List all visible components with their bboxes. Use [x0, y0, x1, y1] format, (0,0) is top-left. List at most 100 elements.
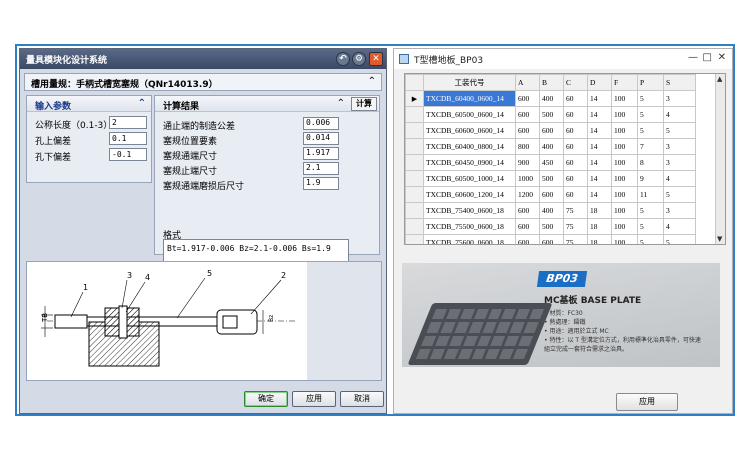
- result-value[interactable]: 0.014: [303, 132, 339, 145]
- column-header[interactable]: 工装代号: [423, 74, 516, 91]
- tooling-code-cell[interactable]: TXCDB_75400_0600_18: [423, 202, 516, 219]
- table-cell[interactable]: 18: [587, 218, 612, 235]
- table-cell[interactable]: 5: [637, 90, 664, 107]
- table-row[interactable]: TXCDB_60500_0600_14 600 500 60 14 100 5 4: [405, 106, 696, 123]
- column-header[interactable]: F: [611, 74, 638, 91]
- table-cell[interactable]: 600: [515, 234, 540, 244]
- row-selector[interactable]: [405, 154, 424, 171]
- back-icon[interactable]: ↶: [336, 52, 350, 66]
- table-cell[interactable]: 500: [539, 170, 564, 187]
- table-row[interactable]: TXCDB_75400_0600_18 600 400 75 18 100 5 3: [405, 202, 696, 219]
- row-selector[interactable]: [405, 234, 424, 244]
- table-cell[interactable]: 100: [611, 138, 638, 155]
- table-cell[interactable]: 500: [539, 106, 564, 123]
- column-header[interactable]: P: [637, 74, 664, 91]
- table-cell[interactable]: 500: [539, 218, 564, 235]
- table-cell[interactable]: 3: [663, 138, 696, 155]
- table-cell[interactable]: 4: [663, 218, 696, 235]
- column-header[interactable]: B: [539, 74, 564, 91]
- table-cell[interactable]: 1200: [515, 186, 540, 203]
- apply-button[interactable]: 应用: [616, 393, 678, 411]
- table-cell[interactable]: 3: [663, 154, 696, 171]
- table-cell[interactable]: 11: [637, 186, 664, 203]
- tooling-code-cell[interactable]: TXCDB_60400_0800_14: [423, 138, 516, 155]
- column-header[interactable]: D: [587, 74, 612, 91]
- table-cell[interactable]: 100: [611, 186, 638, 203]
- table-cell[interactable]: 75: [563, 218, 588, 235]
- tooling-code-cell[interactable]: TXCDB_60600_0600_14: [423, 122, 516, 139]
- table-cell[interactable]: 14: [587, 122, 612, 139]
- result-value[interactable]: 2.1: [303, 162, 339, 175]
- table-cell[interactable]: 60: [563, 90, 588, 107]
- tooling-code-cell[interactable]: TXCDB_60400_0600_14: [423, 90, 516, 107]
- tooling-code-cell[interactable]: TXCDB_60500_1000_14: [423, 170, 516, 187]
- table-cell[interactable]: 5: [637, 106, 664, 123]
- result-value[interactable]: 0.006: [303, 117, 339, 130]
- table-row[interactable]: TXCDB_60500_1000_14 1000 500 60 14 100 9 4: [405, 170, 696, 187]
- table-row[interactable]: TXCDB_75600_0600_18 600 600 75 18 100 5 5: [405, 234, 696, 244]
- table-cell[interactable]: 600: [515, 122, 540, 139]
- table-row[interactable]: TXCDB_60400_0800_14 800 400 60 14 100 7 3: [405, 138, 696, 155]
- table-cell[interactable]: 60: [563, 154, 588, 171]
- table-cell[interactable]: 60: [563, 186, 588, 203]
- table-cell[interactable]: 1000: [515, 170, 540, 187]
- table-row[interactable]: TXCDB_60450_0900_14 900 450 60 14 100 8 3: [405, 154, 696, 171]
- apply-button[interactable]: 应用: [292, 391, 336, 407]
- row-selector-arrow-icon[interactable]: ▶: [405, 90, 424, 107]
- table-cell[interactable]: 100: [611, 122, 638, 139]
- table-cell[interactable]: 400: [539, 202, 564, 219]
- table-cell[interactable]: 8: [637, 154, 664, 171]
- chevron-up-icon[interactable]: ⌃: [368, 76, 376, 87]
- table-cell[interactable]: 800: [515, 138, 540, 155]
- table-cell[interactable]: 600: [515, 106, 540, 123]
- table-cell[interactable]: 100: [611, 90, 638, 107]
- chevron-up-icon[interactable]: ⌃: [337, 98, 345, 109]
- table-cell[interactable]: 5: [663, 234, 696, 244]
- table-cell[interactable]: 75: [563, 202, 588, 219]
- close-icon[interactable]: ✕: [718, 52, 726, 63]
- table-cell[interactable]: 450: [539, 154, 564, 171]
- close-icon[interactable]: ✕: [369, 52, 383, 66]
- row-selector[interactable]: [405, 138, 424, 155]
- tooling-code-cell[interactable]: TXCDB_75600_0600_18: [423, 234, 516, 244]
- table-cell[interactable]: 60: [563, 138, 588, 155]
- table-cell[interactable]: 18: [587, 234, 612, 244]
- gear-icon[interactable]: ⚙: [352, 52, 366, 66]
- table-cell[interactable]: 600: [539, 234, 564, 244]
- table-row[interactable]: ▶ TXCDB_60400_0600_14 600 400 60 14 100 5 3: [405, 90, 696, 107]
- result-value[interactable]: 1.917: [303, 147, 339, 160]
- table-cell[interactable]: 100: [611, 154, 638, 171]
- row-selector[interactable]: [405, 202, 424, 219]
- table-cell[interactable]: 600: [515, 90, 540, 107]
- nominal-length-input[interactable]: [109, 116, 147, 129]
- tooling-code-cell[interactable]: TXCDB_60450_0900_14: [423, 154, 516, 171]
- column-header[interactable]: S: [663, 74, 696, 91]
- table-cell[interactable]: 400: [539, 90, 564, 107]
- table-cell[interactable]: 100: [611, 106, 638, 123]
- table-cell[interactable]: 4: [663, 106, 696, 123]
- tooling-code-cell[interactable]: TXCDB_60600_1200_14: [423, 186, 516, 203]
- table-cell[interactable]: 18: [587, 202, 612, 219]
- table-cell[interactable]: 60: [563, 170, 588, 187]
- result-value[interactable]: 1.9: [303, 177, 339, 190]
- cancel-button[interactable]: 取消: [340, 391, 384, 407]
- table-cell[interactable]: 100: [611, 218, 638, 235]
- lower-deviation-input[interactable]: [109, 148, 147, 161]
- table-cell[interactable]: 60: [563, 106, 588, 123]
- scroll-down-icon[interactable]: ▼: [717, 235, 722, 243]
- table-cell[interactable]: 5: [637, 122, 664, 139]
- table-cell[interactable]: 7: [637, 138, 664, 155]
- table-row[interactable]: TXCDB_60600_1200_14 1200 600 60 14 100 11 5: [405, 186, 696, 203]
- row-selector[interactable]: [405, 106, 424, 123]
- table-row[interactable]: TXCDB_60600_0600_14 600 600 60 14 100 5 5: [405, 122, 696, 139]
- column-header[interactable]: A: [515, 74, 540, 91]
- table-cell[interactable]: 14: [587, 106, 612, 123]
- row-selector[interactable]: [405, 186, 424, 203]
- table-cell[interactable]: 14: [587, 154, 612, 171]
- table-cell[interactable]: 75: [563, 234, 588, 244]
- table-cell[interactable]: 5: [637, 202, 664, 219]
- table-cell[interactable]: 14: [587, 90, 612, 107]
- table-cell[interactable]: 4: [663, 170, 696, 187]
- table-cell[interactable]: 900: [515, 154, 540, 171]
- row-selector[interactable]: [405, 218, 424, 235]
